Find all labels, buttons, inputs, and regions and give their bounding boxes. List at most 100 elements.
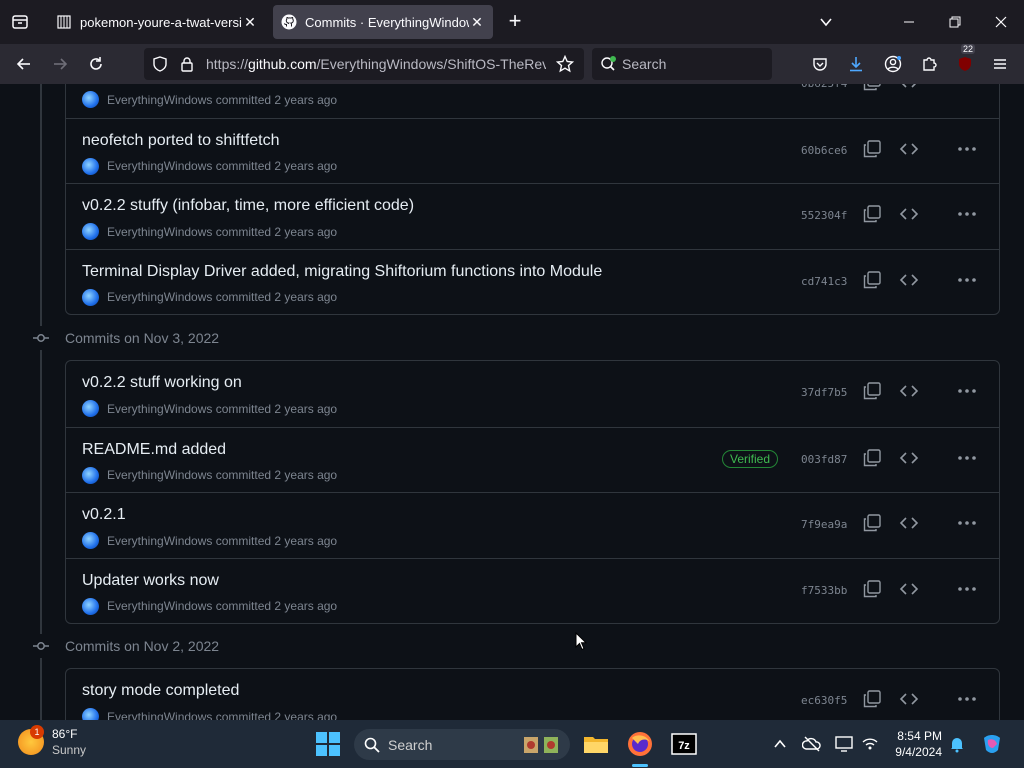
tab-pokemon[interactable]: pokemon-youre-a-twat-version ✕ [48, 5, 266, 39]
copy-icon[interactable] [863, 382, 881, 400]
shield-icon[interactable] [152, 56, 168, 72]
browse-code-icon[interactable] [899, 690, 919, 708]
copy-icon[interactable] [863, 84, 881, 91]
copy-icon[interactable] [863, 270, 881, 289]
avatar[interactable] [82, 157, 99, 175]
file-explorer-icon[interactable] [582, 730, 610, 758]
avatar[interactable] [82, 91, 99, 108]
browse-code-icon[interactable] [899, 140, 919, 158]
copy-icon[interactable] [863, 514, 881, 532]
avatar[interactable] [82, 400, 99, 417]
browse-code-icon[interactable] [899, 382, 919, 400]
commit-author[interactable]: EverythingWindows [107, 534, 212, 548]
minimize-button[interactable] [886, 0, 932, 44]
copy-icon[interactable] [863, 579, 881, 598]
pocket-button[interactable] [806, 50, 834, 78]
commit-message[interactable]: Updater works now [82, 572, 219, 590]
commit-message[interactable]: neofetch ported to shiftfetch [82, 132, 279, 150]
lock-icon[interactable] [180, 56, 194, 72]
avatar[interactable] [82, 288, 99, 306]
extensions-button[interactable] [915, 50, 943, 78]
display-icon[interactable] [834, 734, 854, 754]
bell-icon[interactable] [948, 735, 966, 753]
copy-icon[interactable] [863, 139, 881, 158]
taskbar-search[interactable]: Search [354, 729, 570, 760]
weather-widget[interactable]: 1 86°F Sunny [18, 725, 86, 758]
address-bar[interactable]: https://github.com/EverythingWindows/Shi… [144, 48, 584, 80]
avatar[interactable] [82, 708, 99, 720]
new-tab-button[interactable]: + [503, 10, 527, 34]
more-icon[interactable] [956, 271, 978, 289]
commit-message[interactable]: story mode completed [82, 682, 239, 700]
network-icon[interactable] [860, 734, 880, 754]
browse-code-icon[interactable] [899, 205, 919, 223]
commit-author[interactable]: EverythingWindows [107, 290, 212, 304]
onedrive-icon[interactable] [802, 734, 822, 754]
commit-message[interactable]: v0.2.2 stuff working on [82, 374, 242, 392]
more-icon[interactable] [956, 205, 978, 223]
tab-list-button[interactable] [0, 0, 40, 44]
commit-author[interactable]: EverythingWindows [107, 402, 212, 416]
avatar[interactable] [82, 223, 99, 240]
commit-message[interactable]: v0.2.1 [82, 506, 126, 524]
reload-button[interactable] [82, 50, 110, 78]
commit-author[interactable]: EverythingWindows [107, 225, 212, 239]
menu-button[interactable] [986, 50, 1014, 78]
back-button[interactable] [10, 50, 38, 78]
more-icon[interactable] [956, 140, 978, 158]
downloads-button[interactable] [842, 50, 870, 78]
more-icon[interactable] [956, 690, 978, 708]
system-clock[interactable]: 8:54 PM 9/4/2024 [886, 728, 942, 760]
browse-code-icon[interactable] [899, 580, 919, 598]
commit-author[interactable]: EverythingWindows [107, 599, 212, 613]
commit-author[interactable]: EverythingWindows [107, 93, 212, 107]
commit-sha[interactable]: 0b625f4 [801, 84, 847, 90]
copy-icon[interactable] [863, 690, 881, 708]
avatar[interactable] [82, 466, 99, 484]
account-button[interactable] [879, 50, 907, 78]
commit-author[interactable]: EverythingWindows [107, 468, 212, 482]
copilot-icon[interactable] [980, 732, 1004, 756]
more-icon[interactable] [956, 514, 978, 532]
windows-start-icon[interactable] [314, 730, 342, 758]
commit-sha[interactable]: 003fd87 [801, 453, 847, 466]
tab-commits[interactable]: Commits · EverythingWindows ✕ [273, 5, 493, 39]
more-icon[interactable] [956, 580, 978, 598]
commit-sha[interactable]: 60b6ce6 [801, 144, 847, 157]
forward-button[interactable] [46, 50, 74, 78]
commit-sha[interactable]: cd741c3 [801, 275, 847, 288]
7zip-icon[interactable]: 7z [670, 730, 698, 758]
more-icon[interactable] [956, 449, 978, 467]
avatar[interactable] [82, 597, 99, 615]
list-all-tabs-button[interactable] [803, 0, 849, 44]
commit-message[interactable]: README.md added [82, 441, 226, 459]
avatar[interactable] [82, 532, 99, 549]
more-icon[interactable] [956, 382, 978, 400]
url-text[interactable]: https://github.com/EverythingWindows/Shi… [206, 56, 546, 72]
commit-sha[interactable]: 37df7b5 [801, 386, 847, 399]
firefox-icon[interactable] [626, 730, 654, 758]
more-icon[interactable] [956, 84, 978, 91]
ublock-button[interactable]: 22 [951, 44, 979, 78]
search-bar[interactable]: Search [592, 48, 772, 80]
browse-code-icon[interactable] [899, 449, 919, 467]
verified-badge[interactable]: Verified [722, 449, 779, 468]
search-engine-icon[interactable] [600, 56, 618, 72]
copy-icon[interactable] [863, 205, 881, 223]
browse-code-icon[interactable] [899, 84, 919, 91]
commit-sha[interactable]: f7533bb [801, 584, 847, 597]
close-window-button[interactable] [978, 0, 1024, 44]
copy-icon[interactable] [863, 448, 881, 467]
commit-author[interactable]: EverythingWindows [107, 710, 212, 721]
chevron-up-icon[interactable] [773, 737, 787, 751]
browse-code-icon[interactable] [899, 271, 919, 289]
commit-message[interactable]: v0.2.2 stuffy (infobar, time, more effic… [82, 197, 414, 215]
commit-author[interactable]: EverythingWindows [107, 159, 212, 173]
close-tab-icon[interactable]: ✕ [242, 14, 258, 31]
star-icon[interactable] [556, 55, 574, 73]
commit-sha[interactable]: 7f9ea9a [801, 518, 847, 531]
close-tab-icon[interactable]: ✕ [469, 14, 485, 31]
restore-button[interactable] [932, 0, 978, 44]
commit-message[interactable]: Terminal Display Driver added, migrating… [82, 263, 602, 281]
browse-code-icon[interactable] [899, 514, 919, 532]
